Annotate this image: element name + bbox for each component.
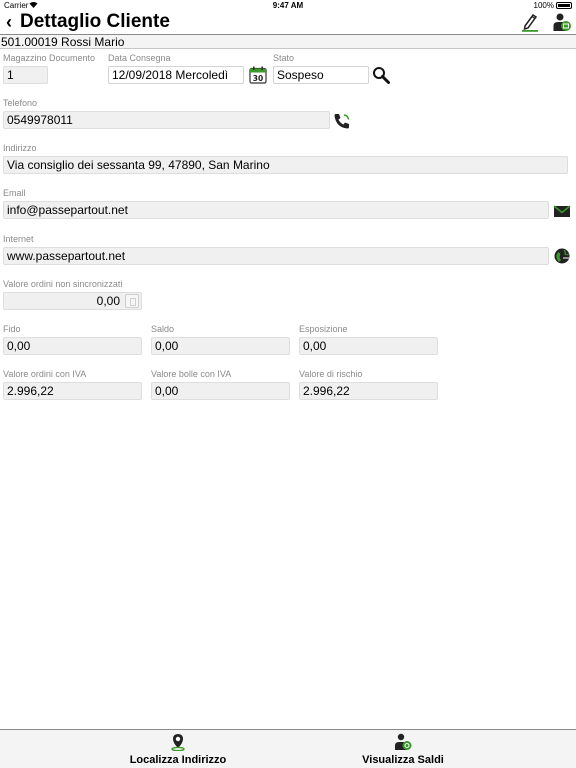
saldo-label: Saldo — [151, 324, 175, 334]
bottom-toolbar: Localizza Indirizzo Visualizza Saldi — [0, 729, 576, 768]
ordini-non-sync-stepper[interactable] — [125, 294, 139, 308]
email-field[interactable]: info@passepartout.net — [3, 201, 549, 219]
visualizza-saldi-label: Visualizza Saldi — [362, 754, 444, 766]
visualizza-saldi-button[interactable]: Visualizza Saldi — [259, 730, 547, 768]
phone-icon[interactable] — [333, 112, 351, 130]
internet-field[interactable]: www.passepartout.net — [3, 247, 549, 265]
esposizione-field[interactable]: 0,00 — [299, 337, 438, 355]
search-icon[interactable] — [372, 66, 390, 84]
data-consegna-label: Data Consegna — [108, 53, 171, 63]
indirizzo-field[interactable]: Via consiglio dei sessanta 99, 47890, Sa… — [3, 156, 568, 174]
globe-icon[interactable] — [553, 247, 571, 265]
fido-label: Fido — [3, 324, 21, 334]
saldo-field[interactable]: 0,00 — [151, 337, 290, 355]
magazzino-label: Magazzino Documento — [3, 53, 96, 63]
ordini-non-sync-label: Valore ordini non sincronizzati — [3, 279, 123, 289]
data-consegna-field[interactable]: 12/09/2018 Mercoledì — [108, 66, 244, 84]
battery-icon — [556, 2, 572, 9]
stato-label: Stato — [273, 53, 295, 63]
bolle-iva-label: Valore bolle con IVA — [151, 369, 232, 379]
fido-field[interactable]: 0,00 — [3, 337, 142, 355]
email-label: Email — [3, 188, 26, 198]
user-balance-icon — [259, 733, 547, 751]
battery-percent: 100% — [533, 1, 554, 10]
page-title: Dettaglio Cliente — [20, 11, 170, 32]
telefono-field[interactable]: 0549978011 — [3, 111, 330, 129]
edit-icon[interactable] — [520, 12, 540, 32]
indirizzo-label: Indirizzo — [3, 143, 37, 153]
status-time: 9:47 AM — [272, 1, 304, 10]
calendar-day: 30 — [253, 74, 263, 83]
calendar-icon[interactable]: 30 — [249, 66, 267, 84]
nav-bar: ‹ Dettaglio Cliente — [0, 12, 576, 34]
ordini-iva-field[interactable]: 2.996,22 — [3, 382, 142, 400]
mail-icon[interactable] — [553, 202, 571, 220]
user-icon[interactable] — [552, 12, 572, 32]
rischio-field[interactable]: 2.996,22 — [299, 382, 438, 400]
ordini-non-sync-field[interactable]: 0,00 — [3, 292, 142, 310]
bolle-iva-field[interactable]: 0,00 — [151, 382, 290, 400]
customer-header: 501.00019 Rossi Mario — [0, 34, 576, 49]
esposizione-label: Esposizione — [299, 324, 348, 334]
rischio-label: Valore di rischio — [299, 369, 363, 379]
back-button[interactable]: ‹ — [6, 12, 12, 32]
telefono-label: Telefono — [3, 98, 38, 108]
ordini-iva-label: Valore ordini con IVA — [3, 369, 87, 379]
internet-label: Internet — [3, 234, 34, 244]
stato-field[interactable]: Sospeso — [273, 66, 369, 84]
magazzino-field[interactable]: 1 — [3, 66, 48, 84]
